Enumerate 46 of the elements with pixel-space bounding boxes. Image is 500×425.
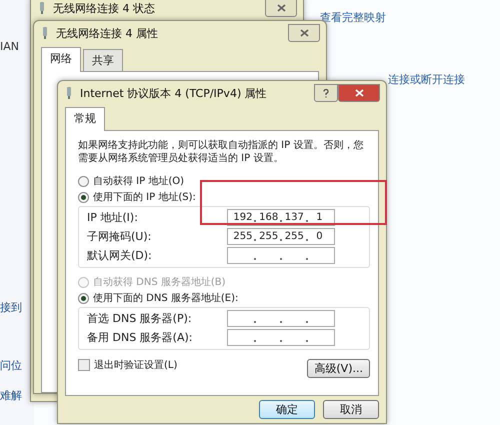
close-button[interactable] (338, 84, 380, 102)
description-text: 如果网络支持此功能，则可以获取自动指派的 IP 设置。否则，您需要从网络系统管理员处获得适当的 IP 设置。 (78, 139, 364, 165)
radio-button[interactable] (78, 292, 89, 304)
close-icon (300, 29, 308, 37)
checkbox[interactable] (78, 359, 90, 371)
input-field[interactable]: 255 255 255 0 (227, 228, 335, 244)
window-title: 无线网络连接 4 状态 (53, 0, 155, 16)
close-button[interactable] (265, 0, 297, 17)
field-label: 子网掩码(U): (87, 228, 152, 244)
sidebar-text: 问位 (0, 358, 22, 373)
input-field[interactable] (227, 328, 335, 346)
checkbox-label: 退出时验证设置(L) (94, 358, 178, 372)
network-icon (64, 86, 74, 100)
input-field[interactable]: 192 168 137 1 (227, 208, 335, 226)
window-title: 无线网络连接 4 属性 (56, 26, 158, 40)
option-label: 自动获得 DNS 服务器地址(B) (93, 276, 226, 289)
field-label: 首选 DNS 服务器(P): (87, 310, 193, 326)
sidebar-text: 接到 (0, 300, 22, 315)
sidebar-text: 难解 (0, 388, 22, 403)
radio-button[interactable] (78, 176, 89, 186)
sidebar-text: IAN (0, 40, 19, 53)
ok-button[interactable]: 确定 (259, 400, 315, 419)
help-button[interactable] (314, 84, 338, 102)
window-title: Internet 协议版本 4 (TCP/IPv4) 属性 (80, 86, 267, 100)
radio-button[interactable] (78, 192, 89, 202)
tab[interactable]: 网络 (41, 47, 81, 72)
close-icon (354, 89, 364, 97)
field-label: 备用 DNS 服务器(A): (87, 330, 194, 344)
advanced-button[interactable]: 高级(V)... (307, 359, 370, 378)
input-field[interactable] (227, 310, 335, 326)
tab[interactable]: 共享 (83, 49, 123, 71)
field-label: 默认网关(D): (87, 248, 153, 262)
cancel-button[interactable]: 取消 (323, 400, 379, 419)
close-button[interactable] (288, 24, 320, 42)
link[interactable]: 连接或断开连接 (388, 72, 465, 87)
option-label: 使用下面的 DNS 服务器地址(E): (93, 292, 238, 305)
input-field[interactable] (227, 246, 335, 264)
field-label: IP 地址(I): (87, 210, 139, 224)
network-icon (40, 26, 50, 40)
tab[interactable]: 常规 (65, 107, 105, 131)
help-icon (323, 88, 329, 98)
option-label: 使用下面的 IP 地址(S): (93, 190, 196, 204)
link[interactable]: 查看完整映射 (320, 10, 386, 25)
option-label: 自动获得 IP 地址(O) (93, 174, 184, 188)
network-icon (37, 1, 47, 15)
close-icon (276, 4, 286, 12)
